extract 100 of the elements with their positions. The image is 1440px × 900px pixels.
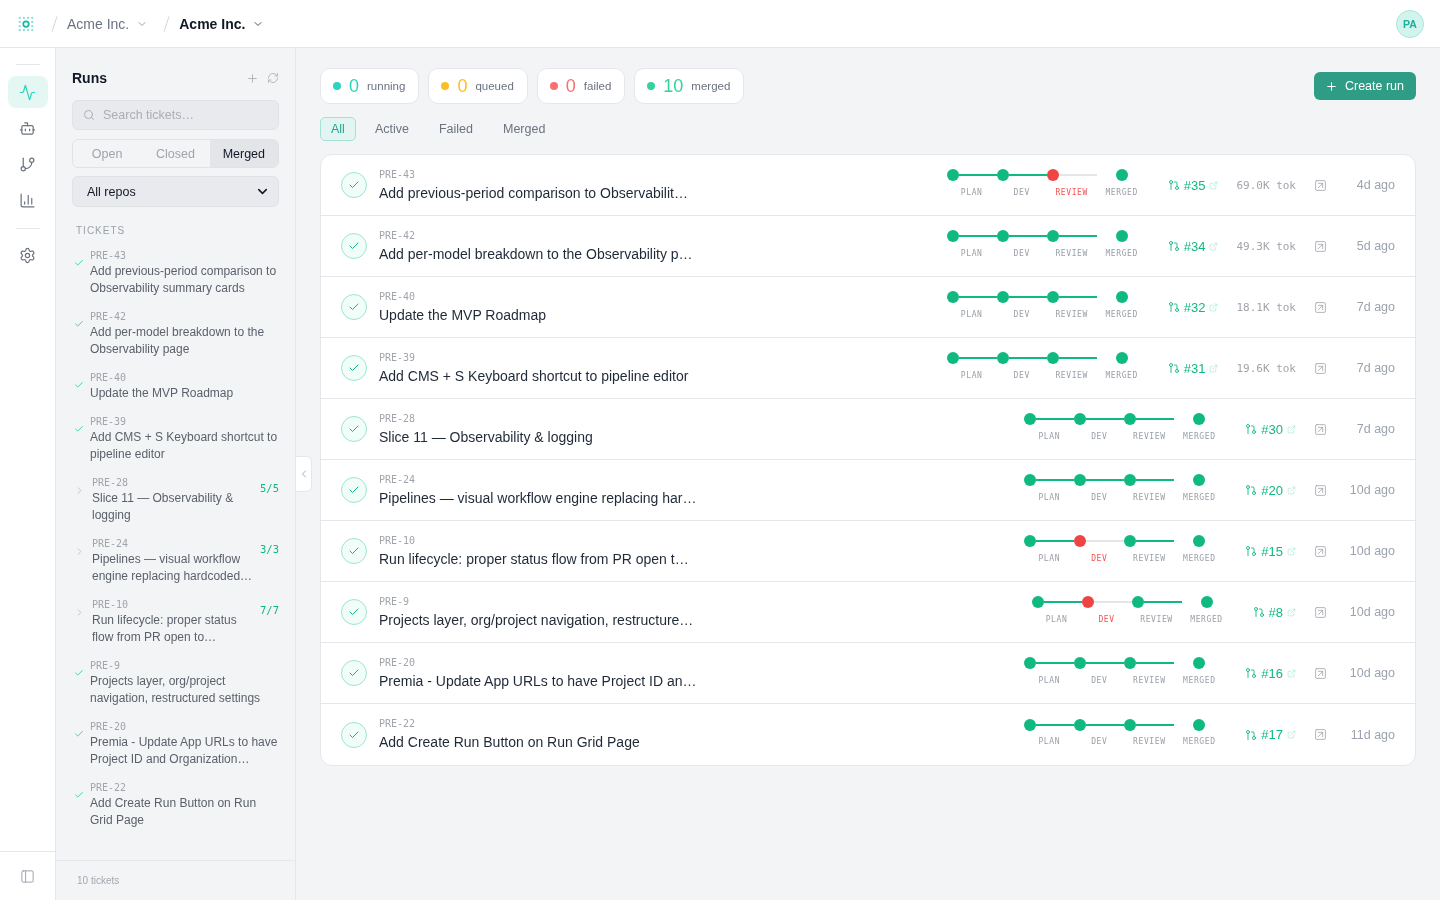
run-ticket-id: PRE-20 (379, 656, 416, 669)
open-external-icon[interactable] (1314, 544, 1327, 558)
run-time: 10d ago (1348, 544, 1395, 558)
plus-icon (1324, 79, 1338, 93)
run-row[interactable]: PRE-39 Add CMS + S Keyboard shortcut to pipeline editor PLAN DEV REVIEW MERGED #31 19.6K tok 7d ago (321, 338, 1415, 399)
stage-connector (958, 174, 997, 176)
ticket-title[interactable]: Pipelines — visual workflow engine replacing hardcoded… (92, 551, 255, 585)
token-count: 18.1K tok (1236, 300, 1296, 314)
ticket-title[interactable]: Add per-model breakdown to the Observability page (90, 324, 279, 358)
run-time: 10d ago (1348, 605, 1395, 619)
stage-connector (1036, 723, 1075, 726)
filter-tab[interactable]: Failed (427, 117, 484, 141)
stage-label: REVIEW (1055, 309, 1088, 320)
external-link-icon (1209, 241, 1219, 251)
run-title: Run lifecycle: proper status flow from PR open t… (379, 549, 689, 568)
ticket-id: PRE-39 (90, 415, 127, 429)
check-icon (74, 790, 84, 800)
filter-tab[interactable]: Merged (492, 117, 557, 141)
stage-label: REVIEW (1055, 187, 1088, 198)
ticket-title[interactable]: Add previous-period comparison to Observability summary cards (90, 263, 279, 297)
ticket-title[interactable]: Projects layer, org/project navigation, restructured settings (90, 673, 279, 707)
create-run-button[interactable]: Create run (1313, 72, 1416, 100)
run-row[interactable]: PRE-40 Update the MVP Roadmap PLAN DEV REVIEW MERGED #32 18.1K tok 7d ago (321, 277, 1415, 338)
stage-label: MERGED (1190, 614, 1223, 625)
ticket-title[interactable]: Run lifecycle: proper status flow from PR open to… (92, 612, 255, 646)
stage-connector (1136, 479, 1175, 481)
check-circle-icon (341, 416, 367, 442)
stage-label: REVIEW (1055, 248, 1088, 259)
ticket-count: 7/7 (260, 603, 279, 617)
sidebar-toggle-icon[interactable] (20, 868, 35, 884)
stat-label: running (367, 80, 406, 92)
external-link-icon (1287, 485, 1296, 495)
run-row[interactable]: PRE-20 Premia - Update App URLs to have Project ID an… PLAN DEV REVIEW MERGED #16 10d ago (321, 643, 1415, 704)
stage-label: PLAN (1038, 553, 1061, 564)
run-row[interactable]: PRE-42 Add per-model breakdown to the Observability p… PLAN DEV REVIEW MERGED #34 49.3K tok 5d ago (321, 216, 1415, 277)
open-external-icon[interactable] (1314, 422, 1327, 436)
run-row[interactable]: PRE-10 Run lifecycle: proper status flow from PR open t… PLAN DEV REVIEW MERGED #15 10d ago (321, 521, 1415, 582)
breadcrumb-button[interactable]: Acme Inc. (179, 15, 265, 32)
robot-icon (19, 119, 36, 137)
ticket-count: 5/5 (260, 481, 279, 495)
run-ticket-id: PRE-40 (379, 290, 416, 303)
stage-label: DEV (1091, 553, 1108, 564)
stage-label: PLAN (960, 370, 983, 381)
open-external-icon[interactable] (1314, 666, 1327, 680)
pull-request-icon (1167, 301, 1180, 313)
check-icon (74, 729, 84, 739)
pull-request-icon (1167, 240, 1180, 252)
run-row[interactable]: PRE-24 Pipelines — visual workflow engine replacing har… PLAN DEV REVIEW MERGED #20 10d ago (321, 460, 1415, 521)
open-external-icon[interactable] (1314, 605, 1327, 619)
stage-label: REVIEW (1133, 675, 1166, 686)
run-row[interactable]: PRE-28 Slice 11 — Observability & logging PLAN DEV REVIEW MERGED #30 7d ago (321, 399, 1415, 460)
open-external-icon[interactable] (1314, 239, 1327, 253)
open-external-icon[interactable] (1314, 361, 1327, 375)
stage-connector (1143, 601, 1182, 603)
run-ticket-id: PRE-22 (379, 718, 416, 730)
stat-label: merged (691, 80, 731, 92)
stage-label: REVIEW (1133, 431, 1166, 442)
run-row[interactable]: PRE-43 Add previous-period comparison to Observabilit… PLAN DEV REVIEW MERGED #35 69.0K tok 4d ago (321, 155, 1415, 216)
pull-request-icon (1245, 545, 1258, 557)
stage-label: PLAN (1038, 431, 1061, 442)
nav-button[interactable] (7, 76, 48, 108)
open-external-icon[interactable] (1314, 728, 1327, 741)
open-external-icon[interactable] (1314, 300, 1327, 314)
repo-select[interactable]: All repos (72, 176, 279, 207)
stage-connector (1008, 296, 1047, 298)
ticket-title[interactable]: Premia - Update App URLs to have Project ID and Organization… (90, 734, 279, 768)
status-tab[interactable]: Merged (209, 140, 278, 167)
open-external-icon[interactable] (1314, 483, 1327, 497)
stage-connector (1036, 540, 1075, 542)
ticket-title[interactable]: Add Create Run Button on Run Grid Page (90, 795, 279, 829)
stage-connector (1136, 418, 1175, 420)
collapse-handle[interactable] (296, 456, 312, 492)
breadcrumb-button[interactable]: Acme Inc. (67, 15, 149, 32)
ticket-title[interactable]: Slice 11 — Observability & logging (92, 490, 255, 524)
ticket-total: 10 tickets (77, 875, 120, 886)
ticket-title[interactable]: Update the MVP Roadmap (90, 385, 279, 402)
ticket-id: PRE-22 (90, 781, 127, 795)
check-circle-icon (341, 660, 367, 686)
open-external-icon[interactable] (1314, 178, 1327, 192)
ticket-title[interactable]: Add CMS + S Keyboard shortcut to pipeline editor (90, 429, 279, 463)
check-circle-icon (341, 294, 367, 320)
search-field[interactable]: Search tickets… (72, 100, 279, 130)
plus-icon[interactable] (246, 71, 259, 85)
refresh-icon[interactable] (267, 72, 279, 84)
stage-label: REVIEW (1133, 737, 1166, 747)
pull-request-icon (1245, 484, 1258, 496)
stage-label: DEV (1013, 187, 1030, 198)
token-count: 49.3K tok (1236, 239, 1296, 253)
ticket-id: PRE-24 (92, 537, 129, 551)
sidebar-title: Runs (72, 70, 107, 86)
run-row[interactable]: PRE-22 Add Create Run Button on Run Grid Page PLAN DEV REVIEW MERGED #17 11d ago (321, 704, 1415, 765)
stage-label: DEV (1091, 675, 1108, 686)
run-row[interactable]: PRE-9 Projects layer, org/project navigation, restructure… PLAN DEV REVIEW MERGED #8 10d ago (321, 582, 1415, 643)
filter-tab[interactable]: Active (363, 117, 420, 141)
external-link-icon (1209, 302, 1219, 312)
stage-label: MERGED (1183, 675, 1216, 686)
run-time: 11d ago (1349, 727, 1395, 742)
run-ticket-id: PRE-28 (379, 412, 416, 425)
search-icon (83, 109, 95, 121)
stage-label: DEV (1091, 737, 1108, 747)
